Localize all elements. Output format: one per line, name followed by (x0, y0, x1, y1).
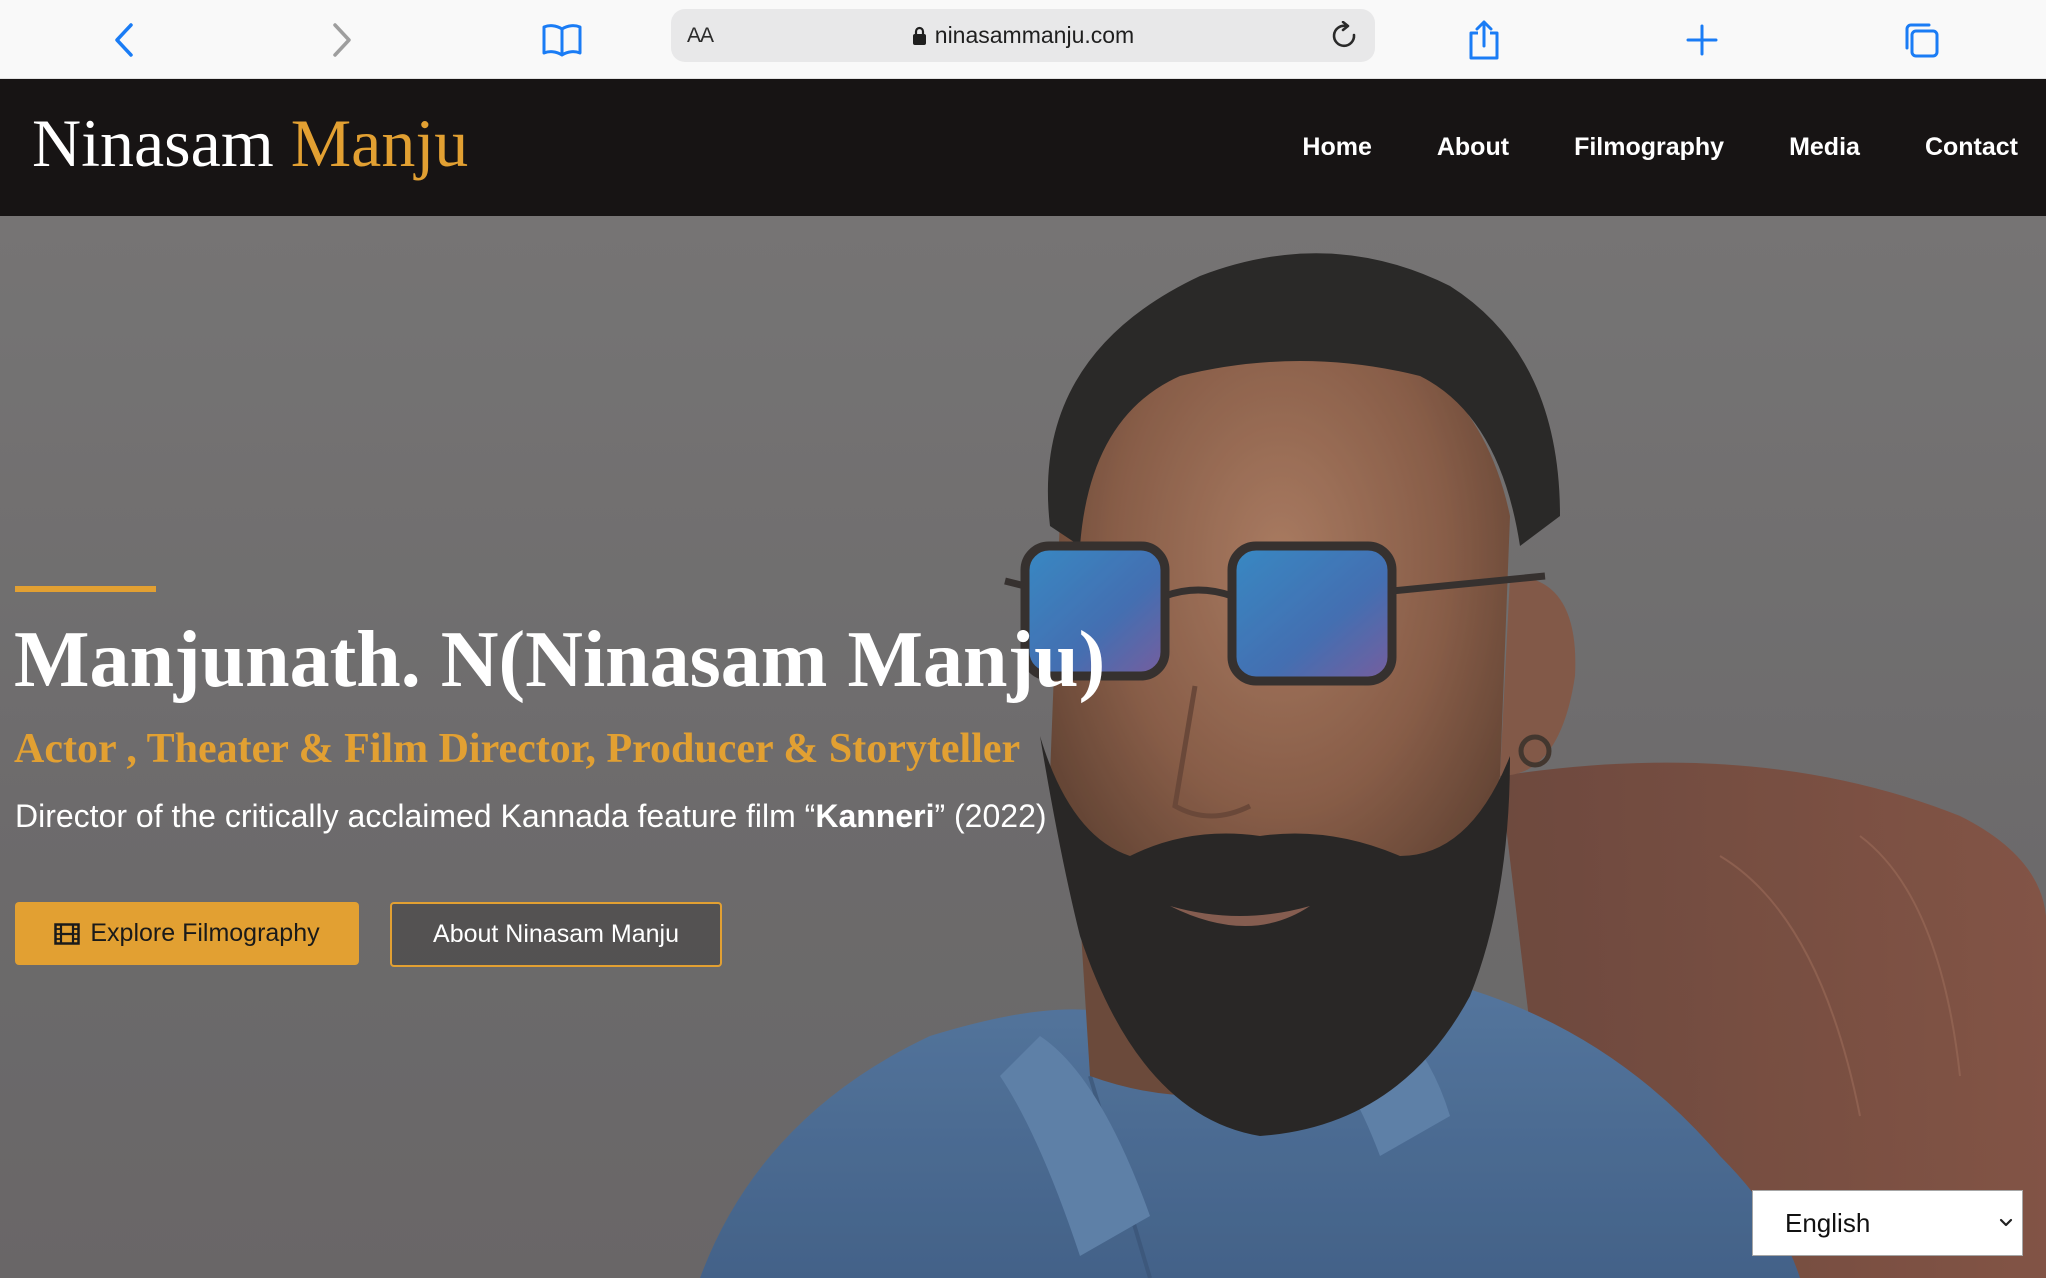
reload-button[interactable] (1327, 18, 1363, 54)
bookmarks-button[interactable] (534, 12, 590, 68)
text-size-button[interactable]: AA (687, 9, 714, 62)
url-text[interactable]: ninasammanju.com (935, 22, 1134, 49)
nav-about[interactable]: About (1437, 133, 1509, 162)
hero-section: Manjunath. N(Ninasam Manju) Actor , Thea… (0, 216, 2046, 1278)
tabs-button[interactable] (1893, 12, 1949, 68)
hero-desc-after: ” (2022) (934, 798, 1047, 834)
language-select[interactable]: English (1752, 1190, 2023, 1256)
main-nav: Home About Filmography Media Contact (1237, 79, 2018, 216)
chevron-down-icon (1999, 1218, 2013, 1227)
site-header: Ninasam Manju Home About Filmography Med… (0, 79, 2046, 216)
about-button-label: About Ninasam Manju (433, 920, 679, 948)
logo-first-word: Ninasam (32, 105, 274, 181)
language-selected: English (1785, 1207, 1871, 1238)
hero-desc-film-title: Kanneri (815, 798, 935, 834)
share-button[interactable] (1456, 12, 1512, 68)
new-tab-button[interactable] (1674, 12, 1730, 68)
explore-filmography-label: Explore Filmography (90, 919, 320, 947)
bookmarks-icon (542, 24, 582, 57)
logo-second-word: Manju (290, 105, 469, 181)
film-icon (54, 922, 81, 945)
site-logo[interactable]: Ninasam Manju (32, 99, 468, 187)
browser-toolbar: AA ninasammanju.com (0, 0, 2046, 79)
nav-home[interactable]: Home (1302, 133, 1371, 162)
nav-contact[interactable]: Contact (1925, 133, 2018, 162)
tabs-icon (1905, 23, 1939, 58)
nav-filmography[interactable]: Filmography (1574, 133, 1724, 162)
hero-desc-before: Director of the critically acclaimed Kan… (15, 798, 816, 834)
hero-title: Manjunath. N(Ninasam Manju) (14, 616, 1106, 704)
about-button[interactable]: About Ninasam Manju (390, 902, 722, 967)
nav-media[interactable]: Media (1789, 133, 1860, 162)
new-tab-icon (1686, 24, 1718, 56)
hero-description: Director of the critically acclaimed Kan… (15, 796, 1047, 838)
reload-icon (1332, 21, 1356, 48)
back-button[interactable] (96, 12, 152, 68)
hero-subtitle: Actor , Theater & Film Director, Produce… (14, 726, 1021, 772)
forward-icon (333, 23, 351, 57)
explore-filmography-button[interactable]: Explore Filmography (15, 902, 359, 965)
share-icon (1469, 20, 1499, 60)
lock-icon (912, 26, 926, 45)
hero-accent-bar (15, 586, 156, 592)
text-size-label: AA (687, 23, 714, 47)
url-display: ninasammanju.com (671, 9, 1375, 62)
back-icon (115, 23, 133, 57)
forward-button[interactable] (314, 12, 370, 68)
address-bar[interactable]: AA ninasammanju.com (671, 9, 1375, 62)
